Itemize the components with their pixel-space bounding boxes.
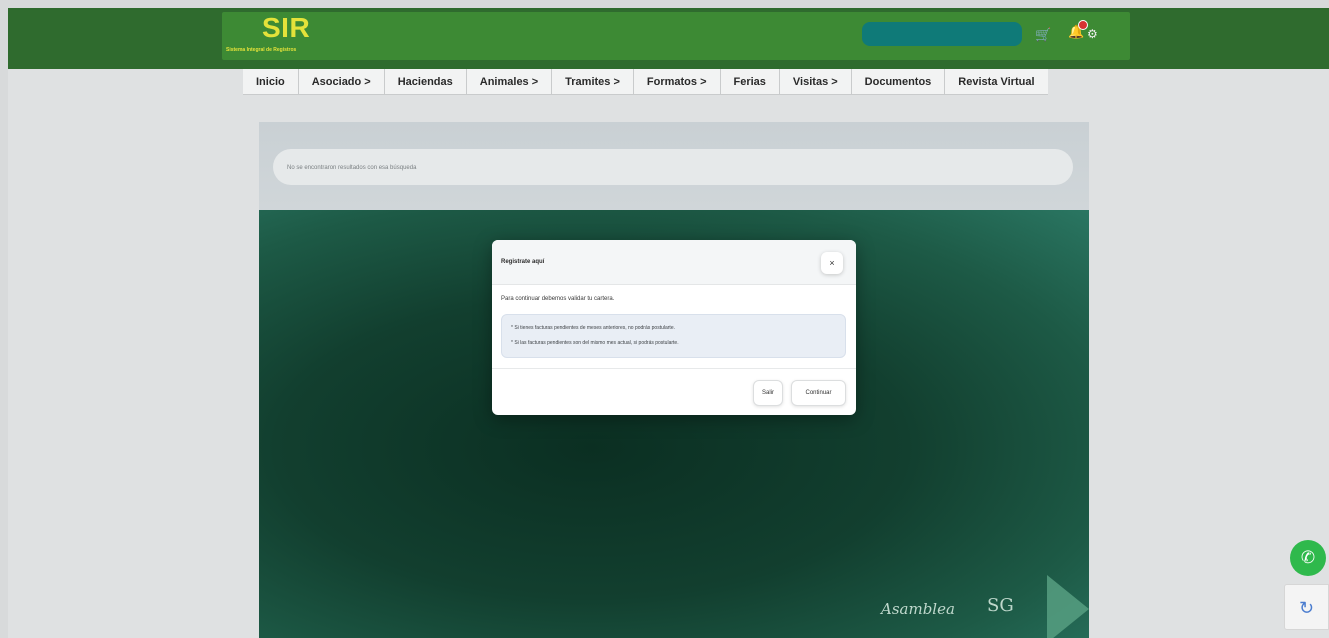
nav-item-visitas[interactable]: Visitas > bbox=[780, 69, 852, 95]
page: SIR Sistema Integral de Registros 🛒 🔔 ⚙ … bbox=[8, 8, 1329, 638]
register-modal: Registrate aquí × Para continuar debemos… bbox=[492, 240, 856, 415]
monogram-logo: SG bbox=[987, 595, 1014, 616]
nav-item-haciendas[interactable]: Haciendas bbox=[385, 69, 467, 95]
header: SIR Sistema Integral de Registros 🛒 🔔 ⚙ bbox=[8, 8, 1329, 69]
recaptcha-icon: ↻ bbox=[1284, 584, 1329, 630]
modal-intro-text: Para continuar debemos validar tu carter… bbox=[501, 296, 615, 302]
search-result-message: No se encontraron resultados con esa bús… bbox=[273, 149, 1073, 185]
logo[interactable]: SIR Sistema Integral de Registros bbox=[226, 12, 358, 60]
nav-item-ferias[interactable]: Ferias bbox=[721, 69, 780, 95]
nav-item-revista-virtual[interactable]: Revista Virtual bbox=[945, 69, 1047, 95]
nav-item-inicio[interactable]: Inicio bbox=[243, 69, 299, 95]
main-nav: Inicio Asociado > Haciendas Animales > T… bbox=[243, 69, 1048, 95]
modal-title: Registrate aquí bbox=[501, 259, 545, 265]
info-note: * Si las facturas pendientes son del mis… bbox=[511, 340, 679, 346]
search-area: No se encontraron resultados con esa bús… bbox=[259, 122, 1089, 210]
banner-triangle-decoration bbox=[1047, 575, 1089, 638]
modal-divider bbox=[492, 368, 856, 369]
exit-button[interactable]: Salir bbox=[753, 380, 783, 406]
info-box: * Si tienes facturas pendientes de meses… bbox=[501, 314, 846, 358]
close-button[interactable]: × bbox=[821, 252, 843, 274]
cart-icon[interactable]: 🛒 bbox=[1035, 28, 1051, 41]
whatsapp-icon[interactable]: ✆ bbox=[1290, 540, 1326, 576]
logo-title: SIR bbox=[262, 12, 311, 43]
continue-button[interactable]: Continuar bbox=[791, 380, 846, 406]
header-bar: SIR Sistema Integral de Registros 🛒 🔔 ⚙ bbox=[222, 12, 1130, 60]
logo-subtitle: Sistema Integral de Registros bbox=[226, 47, 297, 53]
modal-header: Registrate aquí × bbox=[492, 240, 856, 285]
signature-logo: Asamblea bbox=[881, 600, 955, 618]
nav-item-animales[interactable]: Animales > bbox=[467, 69, 553, 95]
nav-item-formatos[interactable]: Formatos > bbox=[634, 69, 721, 95]
user-search-field[interactable] bbox=[862, 22, 1022, 46]
gear-icon[interactable]: ⚙ bbox=[1087, 28, 1098, 40]
nav-item-tramites[interactable]: Tramites > bbox=[552, 69, 634, 95]
info-note: * Si tienes facturas pendientes de meses… bbox=[511, 325, 675, 331]
nav-item-asociado[interactable]: Asociado > bbox=[299, 69, 385, 95]
nav-item-documentos[interactable]: Documentos bbox=[852, 69, 946, 95]
